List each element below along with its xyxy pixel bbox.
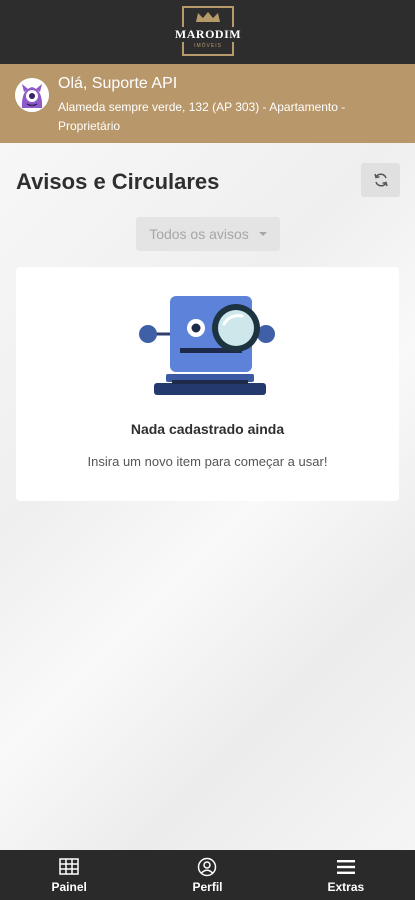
nav-label: Extras xyxy=(327,879,365,894)
crown-icon xyxy=(196,12,220,22)
bottom-nav: Painel Perfil Extras xyxy=(0,850,415,900)
nav-item-perfil[interactable]: Perfil xyxy=(138,850,276,900)
top-bar: MARODIM IMÓVEIS xyxy=(0,0,415,64)
refresh-icon xyxy=(373,173,388,187)
empty-state-card: Nada cadastrado ainda Insira um novo ite… xyxy=(16,267,399,501)
caret-down-icon xyxy=(258,232,267,236)
refresh-button[interactable] xyxy=(361,163,400,197)
notice-filter-select[interactable]: Todos os avisos xyxy=(136,217,280,251)
user-greeting: Olá, Suporte API xyxy=(58,75,178,92)
nav-item-extras[interactable]: Extras xyxy=(277,850,415,900)
user-address: Alameda sempre verde, 132 (AP 303) - Apa… xyxy=(58,100,346,133)
nav-label: Painel xyxy=(51,879,87,894)
avatar[interactable] xyxy=(15,78,49,112)
user-icon xyxy=(197,857,217,877)
user-info-bar: Olá, Suporte API Alameda sempre verde, 1… xyxy=(0,64,415,143)
brand-logo: MARODIM IMÓVEIS xyxy=(172,6,244,56)
filter-selected-value: Todos os avisos xyxy=(149,226,249,242)
empty-state-subtitle: Insira um novo item para começar a usar! xyxy=(87,454,328,469)
nav-item-painel[interactable]: Painel xyxy=(0,850,138,900)
brand-subtitle: IMÓVEIS xyxy=(194,43,222,49)
brand-name: MARODIM xyxy=(172,27,244,42)
robot-magnifier-icon xyxy=(139,296,275,395)
grid-icon xyxy=(59,857,79,877)
main-content: Avisos e Circulares Todos os avisos Nada… xyxy=(0,143,415,850)
nav-label: Perfil xyxy=(192,879,223,894)
page-title: Avisos e Circulares xyxy=(16,169,220,194)
empty-state-title: Nada cadastrado ainda xyxy=(130,421,285,437)
menu-icon xyxy=(336,857,355,877)
monster-avatar-icon xyxy=(15,78,49,112)
